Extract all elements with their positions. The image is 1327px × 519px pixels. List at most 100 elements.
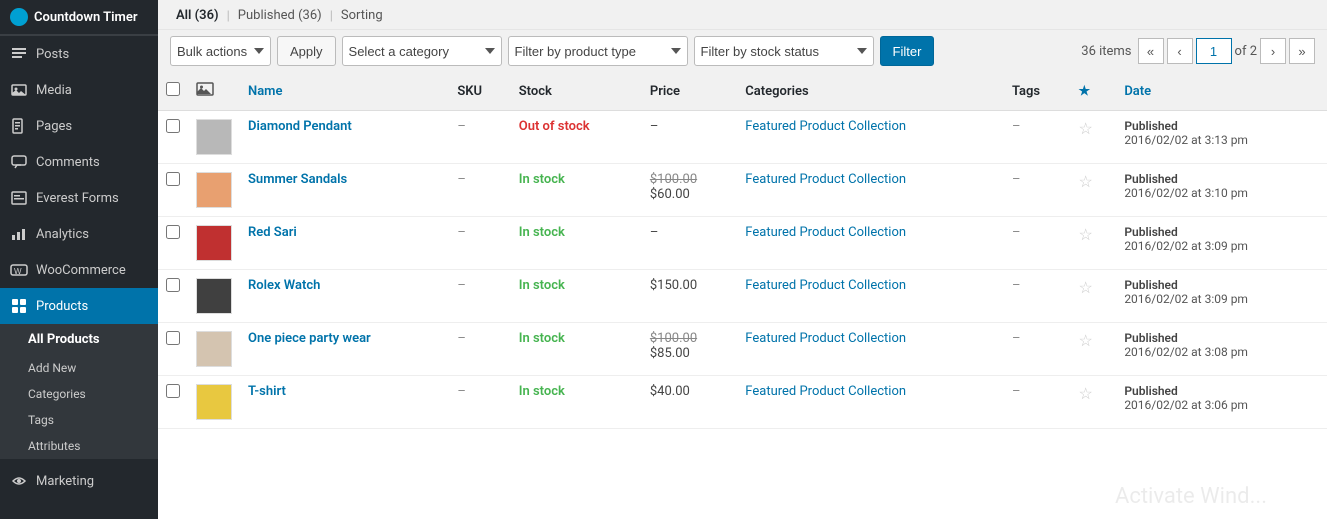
row-price-3: $150.00 — [642, 270, 737, 323]
products-submenu: All Products Add New Categories Tags Att… — [0, 324, 158, 459]
row-sku-5: – — [449, 376, 510, 429]
apply-button[interactable]: Apply — [277, 36, 336, 66]
star-icon-1[interactable]: ☆ — [1079, 172, 1093, 191]
filter-tab-published[interactable]: Published (36) — [232, 4, 328, 29]
category-link-0[interactable]: Featured Product Collection — [745, 119, 996, 136]
date-status-3: Published — [1124, 278, 1177, 292]
date-value-4: 2016/02/02 at 3:08 pm — [1124, 345, 1248, 359]
filter-tab-all[interactable]: All (36) — [170, 4, 225, 29]
col-header-sku: SKU — [449, 72, 510, 111]
sidebar: Countdown Timer Posts Media Pages Commen… — [0, 0, 158, 519]
row-sku-2: – — [449, 217, 510, 270]
filter-button[interactable]: Filter — [880, 36, 935, 66]
sidebar-item-media-label: Media — [36, 83, 72, 98]
filter-tab-sorting[interactable]: Sorting — [335, 4, 389, 29]
star-icon-5[interactable]: ☆ — [1079, 384, 1093, 403]
pag-next-button[interactable]: › — [1260, 38, 1286, 64]
row-stock-0: Out of stock — [511, 111, 642, 164]
submenu-tags[interactable]: Tags — [0, 407, 158, 433]
select-all-checkbox[interactable] — [166, 82, 180, 96]
product-name-link-0[interactable]: Diamond Pendant — [248, 119, 352, 134]
date-status-2: Published — [1124, 225, 1177, 239]
table-header-row: Name SKU Stock Price Categories Tags ★ D… — [158, 72, 1327, 111]
row-sku-3: – — [449, 270, 510, 323]
product-name-link-2[interactable]: Red Sari — [248, 225, 297, 240]
row-check-1 — [158, 164, 188, 217]
row-checkbox-0[interactable] — [166, 119, 180, 133]
marketing-icon — [10, 472, 28, 490]
stock-status-select[interactable]: Filter by stock status — [694, 36, 874, 66]
submenu-categories[interactable]: Categories — [0, 381, 158, 407]
col-header-img — [188, 72, 240, 111]
row-star-5: ☆ — [1071, 376, 1117, 429]
product-type-select[interactable]: Filter by product type — [508, 36, 688, 66]
product-name-link-5[interactable]: T-shirt — [248, 384, 286, 399]
product-name-link-3[interactable]: Rolex Watch — [248, 278, 320, 293]
sidebar-item-media[interactable]: Media — [0, 72, 158, 108]
row-stock-2: In stock — [511, 217, 642, 270]
filter-tab-sep-2: | — [328, 9, 335, 24]
row-img-5 — [188, 376, 240, 429]
sidebar-item-marketing[interactable]: Marketing — [0, 463, 158, 499]
product-thumbnail-0 — [196, 119, 232, 155]
pag-last-button[interactable]: » — [1289, 38, 1315, 64]
pag-first-button[interactable]: « — [1138, 38, 1164, 64]
row-img-1 — [188, 164, 240, 217]
category-link-2[interactable]: Featured Product Collection — [745, 225, 996, 242]
product-name-link-4[interactable]: One piece party wear — [248, 331, 371, 346]
sidebar-item-pages[interactable]: Pages — [0, 108, 158, 144]
col-header-date[interactable]: Date — [1116, 72, 1327, 111]
star-icon-3[interactable]: ☆ — [1079, 278, 1093, 297]
sidebar-item-posts-label: Posts — [36, 47, 69, 62]
date-status-5: Published — [1124, 384, 1177, 398]
sidebar-item-posts[interactable]: Posts — [0, 36, 158, 72]
row-price-4: $100.00$85.00 — [642, 323, 737, 376]
row-name-4: One piece party wear — [240, 323, 449, 376]
row-price-5: $40.00 — [642, 376, 737, 429]
sidebar-item-analytics[interactable]: Analytics — [0, 216, 158, 252]
row-sku-0: – — [449, 111, 510, 164]
star-icon-4[interactable]: ☆ — [1079, 331, 1093, 350]
pag-of-text: of 2 — [1235, 44, 1257, 59]
row-checkbox-4[interactable] — [166, 331, 180, 345]
category-link-4[interactable]: Featured Product Collection — [745, 331, 996, 348]
bulk-actions-select[interactable]: Bulk actions — [170, 36, 271, 66]
category-select[interactable]: Select a category — [342, 36, 502, 66]
col-header-name[interactable]: Name — [240, 72, 449, 111]
row-checkbox-2[interactable] — [166, 225, 180, 239]
media-icon — [10, 81, 28, 99]
submenu-all-products[interactable]: All Products — [0, 324, 158, 355]
row-checkbox-1[interactable] — [166, 172, 180, 186]
sidebar-item-comments[interactable]: Comments — [0, 144, 158, 180]
submenu-attributes[interactable]: Attributes — [0, 433, 158, 459]
row-date-5: Published 2016/02/02 at 3:06 pm — [1116, 376, 1327, 429]
category-link-1[interactable]: Featured Product Collection — [745, 172, 996, 189]
row-tags-0: – — [1004, 111, 1071, 164]
row-star-4: ☆ — [1071, 323, 1117, 376]
sidebar-item-woocommerce[interactable]: W WooCommerce — [0, 252, 158, 288]
category-link-3[interactable]: Featured Product Collection — [745, 278, 996, 295]
row-categories-2: Featured Product Collection — [737, 217, 1004, 270]
sidebar-item-forms[interactable]: Everest Forms — [0, 180, 158, 216]
submenu-add-new[interactable]: Add New — [0, 355, 158, 381]
row-star-0: ☆ — [1071, 111, 1117, 164]
products-icon — [10, 297, 28, 315]
row-checkbox-3[interactable] — [166, 278, 180, 292]
row-star-3: ☆ — [1071, 270, 1117, 323]
pag-prev-button[interactable]: ‹ — [1167, 38, 1193, 64]
pag-page-input[interactable] — [1196, 38, 1232, 64]
row-stock-3: In stock — [511, 270, 642, 323]
sidebar-item-products[interactable]: Products — [0, 288, 158, 324]
product-name-link-1[interactable]: Summer Sandals — [248, 172, 347, 187]
row-name-5: T-shirt — [240, 376, 449, 429]
star-icon-0[interactable]: ☆ — [1079, 119, 1093, 138]
row-checkbox-5[interactable] — [166, 384, 180, 398]
filter-tab-sep-1: | — [225, 9, 232, 24]
row-date-4: Published 2016/02/02 at 3:08 pm — [1116, 323, 1327, 376]
products-tbody: Diamond Pendant –Out of stock– Featured … — [158, 111, 1327, 429]
star-icon-2[interactable]: ☆ — [1079, 225, 1093, 244]
table-row: Rolex Watch –In stock$150.00 Featured Pr… — [158, 270, 1327, 323]
product-thumbnail-3 — [196, 278, 232, 314]
category-link-5[interactable]: Featured Product Collection — [745, 384, 996, 401]
row-stock-1: In stock — [511, 164, 642, 217]
